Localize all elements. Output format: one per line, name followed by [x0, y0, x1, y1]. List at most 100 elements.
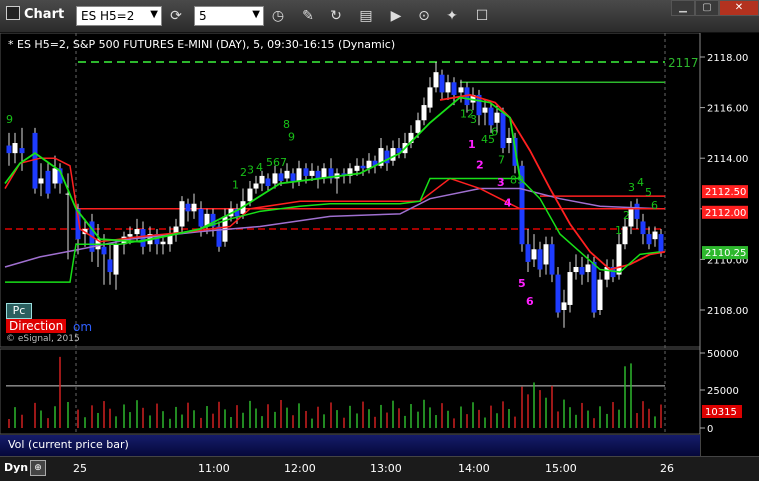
candle-body	[272, 173, 278, 184]
green-count-marker: 2	[623, 209, 630, 222]
candle-body	[315, 170, 321, 179]
candle-body	[616, 244, 622, 275]
direction-label: Direction	[6, 319, 67, 333]
candle-body	[185, 203, 191, 212]
candle-body	[622, 226, 628, 245]
candle-body	[494, 112, 500, 123]
play-icon[interactable]: ▶	[386, 6, 406, 26]
magenta-count-marker: 3	[497, 176, 505, 189]
interval-select[interactable]: 5 ▼	[194, 6, 264, 26]
candle-body	[253, 183, 259, 189]
candle-body	[198, 208, 204, 227]
dashed-green-label: 2117	[668, 56, 699, 70]
candle-body	[360, 165, 366, 169]
time-label: 14:00	[458, 462, 490, 475]
candle-body	[537, 249, 543, 270]
zoom-icon[interactable]: ⊕	[30, 460, 46, 476]
candle-body	[525, 244, 531, 262]
time-label: 25	[73, 462, 87, 475]
clock-icon[interactable]: ◷	[268, 6, 288, 26]
chevron-down-icon[interactable]: ▼	[150, 9, 158, 20]
time-label: 26	[660, 462, 674, 475]
price-tick-label: 2118.00	[707, 53, 748, 64]
green-count-marker: 567	[266, 156, 287, 169]
volume-current-label: 10315	[705, 407, 737, 418]
green-count-marker: 5	[645, 186, 652, 199]
candle-body	[646, 234, 652, 245]
green-count-marker: 7	[498, 153, 505, 166]
magenta-count-marker: 4	[504, 196, 512, 209]
candle-body	[482, 107, 488, 113]
green-count-marker: 6	[651, 199, 658, 212]
candle-body	[561, 302, 567, 310]
candle-body	[439, 74, 445, 93]
candle-body	[247, 188, 253, 202]
candle-body	[567, 272, 573, 305]
candle-body	[32, 132, 38, 189]
dyn-label[interactable]: Dyn	[4, 461, 28, 474]
chart-legend: * ES H5=2, S&P 500 FUTURES E-MINI (DAY),…	[8, 38, 396, 51]
pc-label: Pc	[6, 303, 32, 319]
title-bar: Chart ES H5=2 ▼ ⟳ 5 ▼ ◷ ✎ ↻ ▤ ▶ ⊙ ✦ ☐ ▁ ▢ …	[0, 0, 759, 33]
candle-body	[52, 168, 58, 184]
window-title: Chart	[6, 6, 64, 22]
candle-body	[555, 274, 561, 313]
candle-body	[451, 82, 457, 95]
candle-body	[445, 82, 451, 93]
chevron-down-icon[interactable]: ▼	[252, 9, 260, 20]
minimize-button[interactable]: ▁	[671, 0, 695, 16]
maximize-button[interactable]: ▢	[695, 0, 719, 16]
candle-body	[506, 137, 512, 144]
candle-body	[458, 87, 464, 93]
magenta-count-marker: 6	[526, 295, 534, 308]
refresh-icon[interactable]: ⟳	[166, 6, 186, 26]
price-badge-label: 2112.50	[705, 187, 746, 198]
tools-icon[interactable]: ✦	[442, 6, 462, 26]
candle-body	[354, 165, 360, 171]
candle-body	[427, 87, 433, 108]
green-count-marker: 1	[615, 224, 622, 237]
candle-body	[296, 168, 302, 181]
volume-tick-label: 50000	[707, 349, 739, 360]
direction-tail: om	[73, 320, 93, 334]
symbol-value: ES H5=2	[81, 9, 135, 23]
candle-body	[640, 221, 646, 235]
window-title-text: Chart	[24, 7, 65, 22]
green-count-marker: 9	[288, 130, 295, 143]
candle-body	[45, 170, 51, 194]
price-badge-label: 2112.00	[705, 208, 746, 219]
green-count-marker: 3	[628, 181, 635, 194]
close-button[interactable]: ✕	[719, 0, 759, 16]
magenta-count-marker: 1	[468, 138, 476, 151]
candle-body	[415, 120, 421, 133]
candle-body	[179, 201, 185, 227]
candle-body	[500, 112, 506, 149]
price-chart[interactable]: 2118.002116.002114.002112.002110.002108.…	[0, 33, 759, 456]
candle-body	[113, 244, 119, 275]
green-count-marker: 4	[637, 176, 644, 189]
interval-value: 5	[199, 9, 207, 23]
time-label: 13:00	[370, 462, 402, 475]
symbol-select[interactable]: ES H5=2 ▼	[76, 6, 162, 26]
candle-body	[531, 249, 537, 260]
cycle-icon[interactable]: ↻	[326, 6, 346, 26]
candle-body	[591, 261, 597, 313]
cursor-icon[interactable]: ⊙	[414, 6, 434, 26]
candle-body	[107, 259, 113, 273]
study-icon[interactable]: ▤	[356, 6, 376, 26]
pencil-icon[interactable]: ✎	[298, 6, 318, 26]
candle-body	[265, 178, 271, 187]
candle-body	[658, 234, 664, 252]
candle-body	[12, 143, 18, 154]
candle-body	[585, 264, 591, 273]
green-count-marker: 3	[470, 113, 477, 126]
time-axis-bar: Dyn ⊕ 25 11:00 12:00 13:00 14:00 15:00 2…	[0, 456, 759, 481]
volume-tick-label: 25000	[707, 386, 739, 397]
comment-icon[interactable]: ☐	[472, 6, 492, 26]
copyright: © eSignal, 2015	[6, 334, 80, 344]
candle-body	[579, 266, 585, 275]
price-tick-label: 2108.00	[707, 306, 748, 317]
candle-body	[488, 107, 494, 126]
candle-body	[19, 148, 25, 154]
green-count-marker: 1	[232, 179, 239, 192]
